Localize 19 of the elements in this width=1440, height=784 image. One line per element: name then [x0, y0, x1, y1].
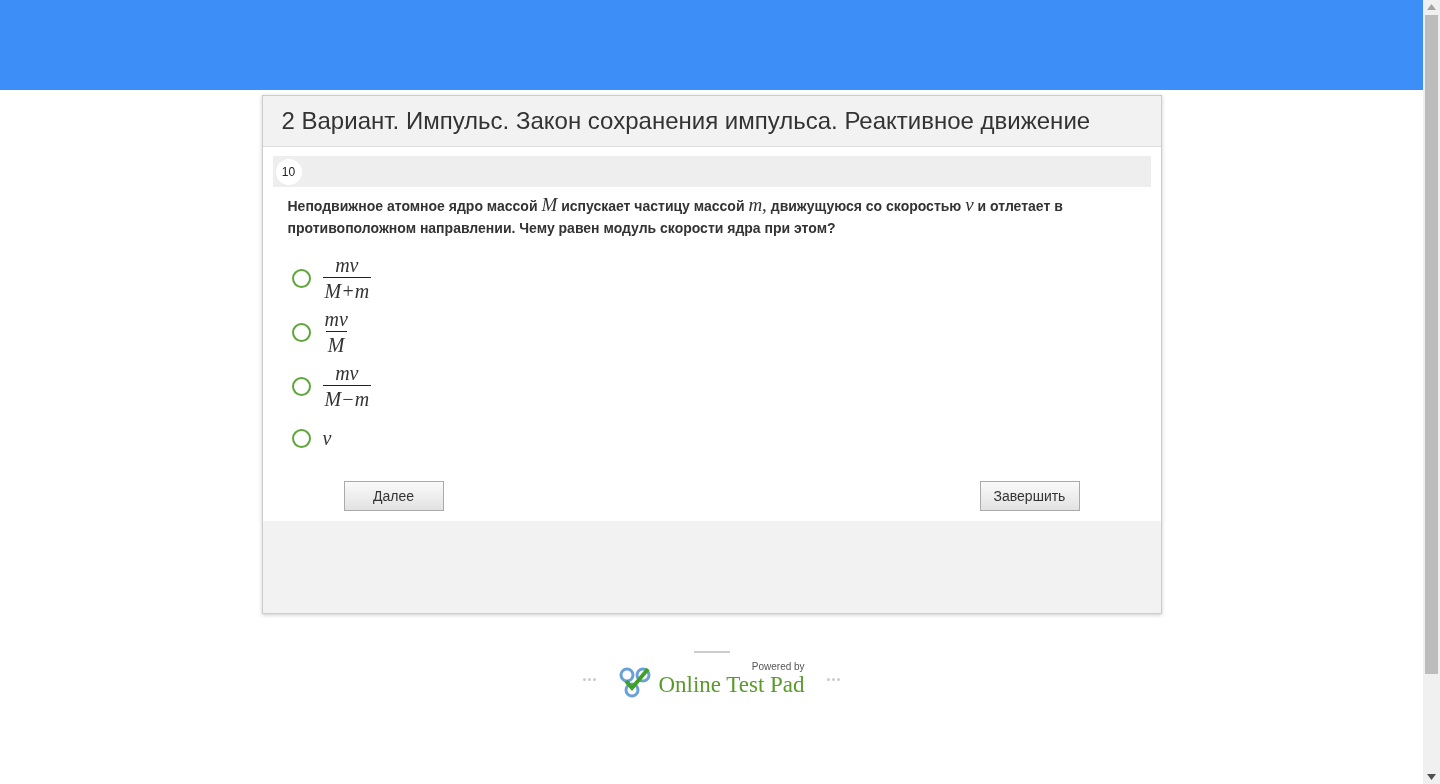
fraction-formula: mv M−m: [322, 361, 372, 411]
arrow-up-icon[interactable]: [1427, 4, 1436, 10]
arrow-down-icon[interactable]: [1427, 774, 1436, 780]
scrollbar[interactable]: [1423, 0, 1440, 784]
question-number: 10: [275, 158, 302, 185]
next-button[interactable]: Далее: [343, 481, 444, 511]
math-formula: v: [322, 426, 332, 451]
question-text: Неподвижное атомное ядро массой M испускает частицу массой m, движущуюся со скоростью v и отлетает в противоположном направлении. Чему равен модуль скорости ядра при этом?: [287, 193, 1064, 238]
checkmark-logo-icon: [618, 666, 653, 698]
radio-button[interactable]: [291, 376, 311, 396]
radio-button[interactable]: [291, 268, 311, 288]
test-title: 2 Вариант. Импульс. Закон сохранения импульса. Реактивное движение: [281, 106, 1091, 136]
dots-icon: [826, 678, 840, 681]
finish-button[interactable]: Завершить: [979, 481, 1080, 511]
powered-by-text: Powered by: [751, 661, 805, 672]
radio-button[interactable]: [291, 428, 311, 448]
brand-name: Online Test Pad: [658, 672, 805, 698]
dots-icon: [583, 678, 597, 681]
radio-button[interactable]: [291, 322, 311, 342]
